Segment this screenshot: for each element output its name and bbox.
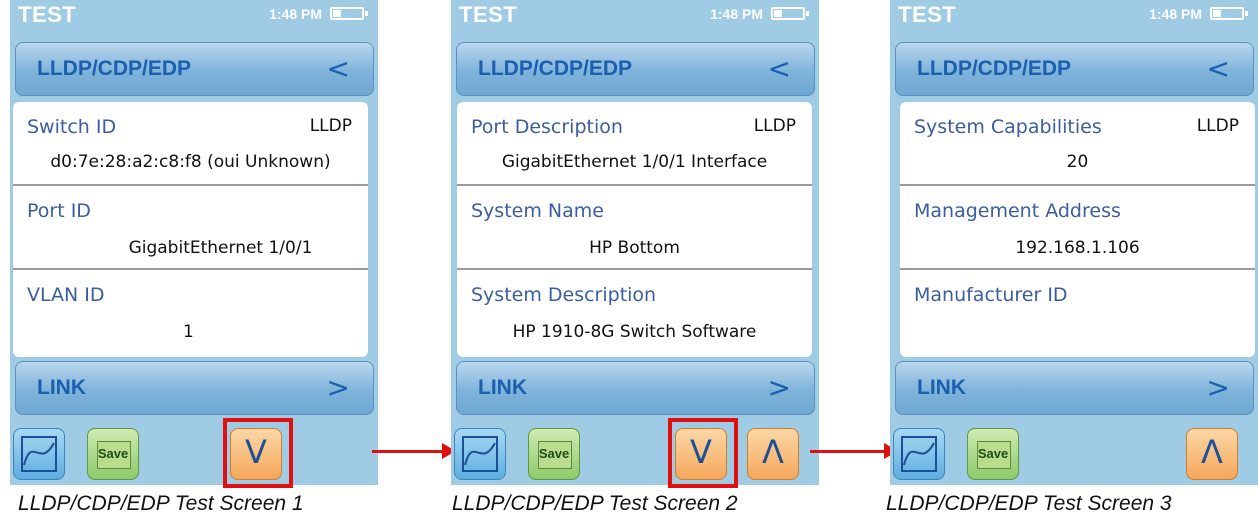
field-value: 20 bbox=[1066, 152, 1089, 172]
chevron-up-icon: Λ bbox=[1201, 433, 1223, 471]
info-panel: Port Description LLDP GigabitEthernet 1/… bbox=[457, 102, 812, 357]
field-label: System Name bbox=[471, 200, 604, 222]
save-button[interactable]: Save bbox=[967, 428, 1019, 480]
field-label: System Description bbox=[471, 284, 657, 306]
graph-button[interactable] bbox=[13, 428, 65, 480]
clock: 1:48 PM bbox=[269, 6, 322, 22]
field-manufacturer-id: Manufacturer ID bbox=[900, 270, 1255, 354]
field-value: GigabitEthernet 1/0/1 bbox=[128, 238, 313, 258]
header-label: LLDP/CDP/EDP bbox=[917, 57, 1072, 80]
status-bar: TEST 1:48 PM bbox=[451, 0, 819, 34]
field-value: 1 bbox=[183, 322, 194, 342]
scroll-up-button[interactable]: Λ bbox=[747, 428, 799, 480]
lldp-header-bar[interactable]: LLDP/CDP/EDP < bbox=[15, 42, 374, 96]
chevron-up-icon: Λ bbox=[762, 433, 784, 471]
save-button[interactable]: Save bbox=[528, 428, 580, 480]
link-label: LINK bbox=[917, 376, 966, 399]
field-port-description: Port Description LLDP GigabitEthernet 1/… bbox=[457, 102, 812, 186]
save-label: Save bbox=[538, 446, 570, 461]
field-label: Manufacturer ID bbox=[914, 284, 1068, 306]
field-port-id: Port ID GigabitEthernet 1/0/1 bbox=[13, 186, 368, 270]
field-label: VLAN ID bbox=[27, 284, 105, 306]
info-panel: Switch ID LLDP d0:7e:28:a2:c8:f8 (oui Un… bbox=[13, 102, 368, 357]
lldp-header-bar[interactable]: LLDP/CDP/EDP < bbox=[895, 42, 1254, 96]
protocol-label: LLDP bbox=[753, 116, 796, 136]
status-bar: TEST 1:48 PM bbox=[10, 0, 378, 34]
save-label: Save bbox=[977, 446, 1009, 461]
field-value: HP 1910-8G Switch Software bbox=[512, 322, 757, 342]
tester-screen-3: TEST 1:48 PM LLDP/CDP/EDP < System Capab… bbox=[890, 0, 1258, 485]
clock: 1:48 PM bbox=[710, 6, 763, 22]
graph-icon bbox=[21, 436, 57, 472]
link-bar[interactable]: LINK > bbox=[895, 361, 1254, 415]
flow-arrow-line bbox=[372, 450, 444, 453]
field-value: GigabitEthernet 1/0/1 Interface bbox=[501, 152, 768, 172]
lldp-header-bar[interactable]: LLDP/CDP/EDP < bbox=[456, 42, 815, 96]
caption: LLDP/CDP/EDP Test Screen 3 bbox=[886, 492, 1172, 515]
protocol-label: LLDP bbox=[1196, 116, 1239, 136]
tester-screen-1: TEST 1:48 PM LLDP/CDP/EDP < Switch ID LL… bbox=[10, 0, 378, 485]
highlight-box bbox=[668, 418, 738, 488]
field-system-description: System Description HP 1910-8G Switch Sof… bbox=[457, 270, 812, 354]
graph-button[interactable] bbox=[454, 428, 506, 480]
caption: LLDP/CDP/EDP Test Screen 2 bbox=[452, 492, 738, 515]
forward-icon[interactable]: > bbox=[327, 371, 350, 404]
battery-icon bbox=[330, 7, 368, 20]
highlight-box bbox=[223, 418, 293, 488]
graph-button[interactable] bbox=[893, 428, 945, 480]
graph-icon bbox=[901, 436, 937, 472]
link-label: LINK bbox=[478, 376, 527, 399]
forward-icon[interactable]: > bbox=[768, 371, 791, 404]
link-bar[interactable]: LINK > bbox=[456, 361, 815, 415]
field-vlan-id: VLAN ID 1 bbox=[13, 270, 368, 354]
back-icon[interactable]: < bbox=[327, 52, 350, 85]
info-panel: System Capabilities LLDP 20 Management A… bbox=[900, 102, 1255, 357]
field-label: Management Address bbox=[914, 200, 1121, 222]
tester-screen-2: TEST 1:48 PM LLDP/CDP/EDP < Port Descrip… bbox=[451, 0, 819, 485]
app-title: TEST bbox=[18, 2, 77, 27]
field-value: d0:7e:28:a2:c8:f8 (oui Unknown) bbox=[50, 152, 331, 172]
back-icon[interactable]: < bbox=[768, 52, 791, 85]
save-button[interactable]: Save bbox=[87, 428, 139, 480]
save-label: Save bbox=[97, 446, 129, 461]
field-label: System Capabilities bbox=[914, 116, 1102, 138]
field-label: Port ID bbox=[27, 200, 91, 222]
caption: LLDP/CDP/EDP Test Screen 1 bbox=[18, 492, 304, 515]
forward-icon[interactable]: > bbox=[1207, 371, 1230, 404]
field-label: Switch ID bbox=[27, 116, 117, 138]
field-switch-id: Switch ID LLDP d0:7e:28:a2:c8:f8 (oui Un… bbox=[13, 102, 368, 186]
field-management-address: Management Address 192.168.1.106 bbox=[900, 186, 1255, 270]
flow-arrow-line bbox=[810, 450, 886, 453]
status-bar: TEST 1:48 PM bbox=[890, 0, 1258, 34]
link-bar[interactable]: LINK > bbox=[15, 361, 374, 415]
graph-icon bbox=[462, 436, 498, 472]
field-value: 192.168.1.106 bbox=[1015, 238, 1140, 258]
header-label: LLDP/CDP/EDP bbox=[37, 57, 192, 80]
field-system-capabilities: System Capabilities LLDP 20 bbox=[900, 102, 1255, 186]
scroll-up-button[interactable]: Λ bbox=[1186, 428, 1238, 480]
battery-icon bbox=[771, 7, 809, 20]
link-label: LINK bbox=[37, 376, 86, 399]
field-system-name: System Name HP Bottom bbox=[457, 186, 812, 270]
back-icon[interactable]: < bbox=[1207, 52, 1230, 85]
field-value: HP Bottom bbox=[589, 238, 680, 258]
battery-icon bbox=[1210, 7, 1248, 20]
header-label: LLDP/CDP/EDP bbox=[478, 57, 633, 80]
app-title: TEST bbox=[459, 2, 518, 27]
app-title: TEST bbox=[898, 2, 957, 27]
protocol-label: LLDP bbox=[309, 116, 352, 136]
clock: 1:48 PM bbox=[1149, 6, 1202, 22]
field-label: Port Description bbox=[471, 116, 623, 138]
